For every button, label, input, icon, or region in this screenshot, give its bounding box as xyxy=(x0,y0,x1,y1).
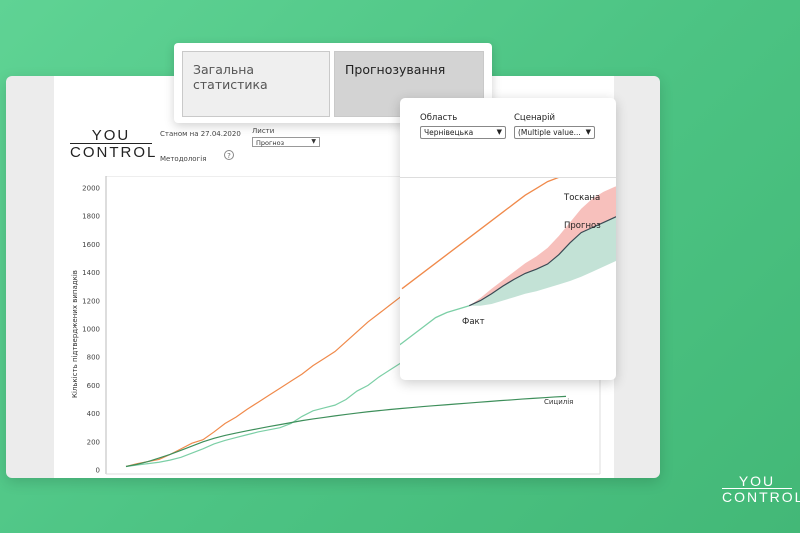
forecast-fact-line xyxy=(400,305,470,346)
chevron-down-icon: ▼ xyxy=(311,138,316,145)
fact-label: Факт xyxy=(462,317,485,327)
sheets-dropdown-value: Прогноз xyxy=(256,139,285,147)
help-icon[interactable]: ? xyxy=(224,150,234,160)
y-axis-label: Кількість підтверджених випадків xyxy=(71,270,79,398)
scenario-dropdown[interactable]: (Multiple value... ▼ xyxy=(514,126,595,139)
y-tick-label: 1600 xyxy=(82,241,100,249)
chevron-down-icon: ▼ xyxy=(585,128,591,136)
y-tick-label: 1800 xyxy=(82,213,100,221)
y-tick-label: 0 xyxy=(96,467,100,475)
region-label: Область xyxy=(420,113,458,123)
forecast-chart: Тоскана Прогноз Факт xyxy=(400,178,616,346)
you-control-corner-logo: YOU CONTROL xyxy=(722,473,800,505)
region-dropdown-value: Чернівецька xyxy=(424,128,474,137)
scenario-dropdown-value: (Multiple value... xyxy=(518,128,581,137)
region-dropdown[interactable]: Чернівецька ▼ xyxy=(420,126,506,139)
y-tick-label: 400 xyxy=(87,410,100,418)
methodology-link[interactable]: Методологія xyxy=(160,155,206,163)
y-tick-labels: 0 200 400 600 800 1000 1200 1400 1600 1800 2000 xyxy=(82,185,100,475)
you-control-logo: YOU CONTROL xyxy=(70,127,158,161)
sicily-label: Сицилія xyxy=(544,398,573,406)
y-tick-label: 1000 xyxy=(82,326,100,334)
sicily-line xyxy=(125,395,567,468)
y-tick-label: 1200 xyxy=(82,297,100,305)
sheets-label: Листи xyxy=(252,127,275,135)
y-tick-label: 200 xyxy=(87,438,100,446)
tuscany-label: Тоскана xyxy=(563,193,600,203)
y-tick-label: 2000 xyxy=(82,185,100,193)
as-of-date: Станом на 27.04.2020 xyxy=(160,130,241,138)
tab-general-statistics[interactable]: Загальна статистика xyxy=(182,51,330,117)
forecast-label: Прогноз xyxy=(564,221,601,231)
sheets-dropdown[interactable]: Прогноз ▼ xyxy=(252,137,320,147)
chevron-down-icon: ▼ xyxy=(496,128,502,136)
y-tick-label: 1400 xyxy=(82,269,100,277)
forecast-panel: Область Чернівецька ▼ Сценарій (Multiple… xyxy=(400,98,616,380)
y-tick-label: 600 xyxy=(87,382,100,390)
y-tick-label: 800 xyxy=(87,354,100,362)
scenario-label: Сценарій xyxy=(514,113,555,123)
